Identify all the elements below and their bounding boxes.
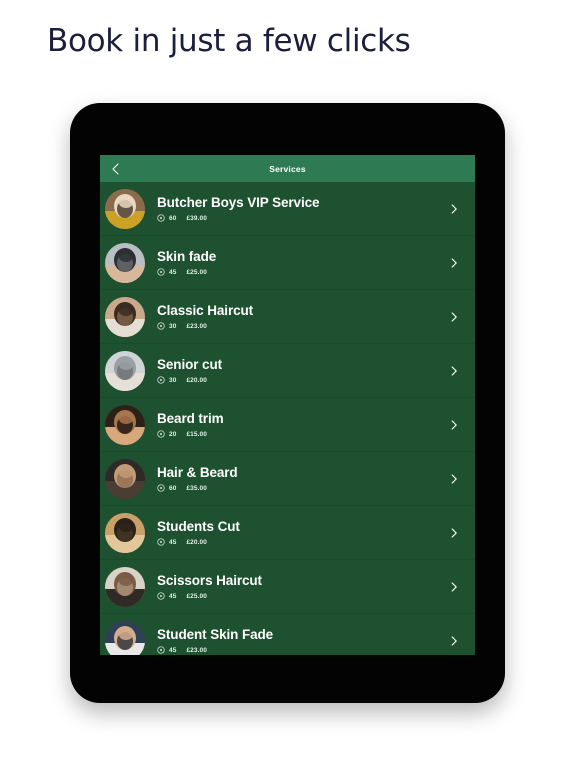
service-photo [105, 296, 145, 337]
clock-icon [157, 430, 165, 438]
service-photo [105, 620, 145, 655]
service-photo [105, 458, 145, 499]
clock-icon [157, 646, 165, 654]
service-text-block: Beard trim 20 £15.00 [157, 411, 439, 439]
clock-icon [157, 376, 165, 384]
service-price: £25.00 [186, 268, 207, 276]
service-row[interactable]: Student Skin Fade 45 £23.00 [100, 614, 475, 655]
service-meta: 45 £25.00 [157, 268, 439, 276]
service-name: Beard trim [157, 410, 224, 426]
service-text-block: Hair & Beard 60 £35.00 [157, 465, 439, 493]
service-text-block: Butcher Boys VIP Service 60 £39.00 [157, 195, 439, 223]
page-root: Book in just a few clicks Services Butch… [0, 0, 576, 768]
service-duration: 20 [169, 430, 177, 438]
chevron-right-icon[interactable] [447, 526, 461, 540]
app-header-title: Services [269, 163, 306, 174]
service-photo [105, 242, 145, 283]
clock-icon [157, 268, 165, 276]
chevron-right-icon[interactable] [447, 472, 461, 486]
service-duration: 30 [169, 376, 177, 384]
tablet-screen: Services Butcher Boys VIP Service 60 £39.0… [100, 155, 475, 655]
service-photo [105, 350, 145, 391]
service-duration: 45 [169, 268, 177, 276]
service-duration: 60 [169, 214, 177, 222]
service-name: Butcher Boys VIP Service [157, 194, 320, 210]
chevron-left-icon[interactable] [108, 161, 124, 177]
service-meta: 60 £35.00 [157, 484, 439, 492]
service-price: £23.00 [186, 646, 207, 654]
page-title: Book in just a few clicks [47, 23, 411, 59]
service-text-block: Classic Haircut 30 £23.00 [157, 303, 439, 331]
clock-icon [157, 214, 165, 222]
service-meta: 45 £25.00 [157, 592, 439, 600]
service-duration: 45 [169, 646, 177, 654]
service-duration: 45 [169, 592, 177, 600]
service-name: Classic Haircut [157, 302, 254, 318]
service-price: £39.00 [186, 214, 207, 222]
clock-icon [157, 538, 165, 546]
chevron-right-icon[interactable] [447, 202, 461, 216]
service-row[interactable]: Skin fade 45 £25.00 [100, 236, 475, 290]
service-list: Butcher Boys VIP Service 60 £39.00 Skin fad… [100, 182, 475, 655]
chevron-right-icon[interactable] [447, 310, 461, 324]
chevron-right-icon[interactable] [447, 256, 461, 270]
service-name: Student Skin Fade [157, 626, 274, 642]
service-meta: 30 £23.00 [157, 322, 439, 330]
service-duration: 30 [169, 322, 177, 330]
service-price: £20.00 [186, 538, 207, 546]
service-price: £35.00 [186, 484, 207, 492]
service-meta: 30 £20.00 [157, 376, 439, 384]
service-name: Hair & Beard [157, 464, 238, 480]
service-duration: 60 [169, 484, 177, 492]
chevron-right-icon[interactable] [447, 580, 461, 594]
service-photo [105, 512, 145, 553]
service-row[interactable]: Senior cut 30 £20.00 [100, 344, 475, 398]
tablet-device-frame: Services Butcher Boys VIP Service 60 £39.0… [70, 103, 505, 703]
service-photo [105, 188, 145, 229]
service-meta: 45 £23.00 [157, 646, 439, 654]
clock-icon [157, 322, 165, 330]
service-meta: 45 £20.00 [157, 538, 439, 546]
service-photo [105, 404, 145, 445]
service-price: £25.00 [186, 592, 207, 600]
service-text-block: Students Cut 45 £20.00 [157, 519, 439, 547]
service-photo [105, 566, 145, 607]
service-row[interactable]: Beard trim 20 £15.00 [100, 398, 475, 452]
service-text-block: Skin fade 45 £25.00 [157, 249, 439, 277]
service-text-block: Scissors Haircut 45 £25.00 [157, 573, 439, 601]
clock-icon [157, 592, 165, 600]
service-meta: 60 £39.00 [157, 214, 439, 222]
service-name: Senior cut [157, 356, 223, 372]
service-meta: 20 £15.00 [157, 430, 439, 438]
service-row[interactable]: Students Cut 45 £20.00 [100, 506, 475, 560]
service-name: Skin fade [157, 248, 217, 264]
service-row[interactable]: Classic Haircut 30 £23.00 [100, 290, 475, 344]
service-duration: 45 [169, 538, 177, 546]
service-price: £23.00 [186, 322, 207, 330]
chevron-right-icon[interactable] [447, 418, 461, 432]
service-price: £20.00 [186, 376, 207, 384]
service-row[interactable]: Hair & Beard 60 £35.00 [100, 452, 475, 506]
chevron-right-icon[interactable] [447, 634, 461, 648]
service-text-block: Student Skin Fade 45 £23.00 [157, 627, 439, 655]
service-name: Students Cut [157, 518, 240, 534]
service-row[interactable]: Scissors Haircut 45 £25.00 [100, 560, 475, 614]
app-header-bar: Services [100, 155, 475, 182]
service-text-block: Senior cut 30 £20.00 [157, 357, 439, 385]
service-price: £15.00 [186, 430, 207, 438]
chevron-right-icon[interactable] [447, 364, 461, 378]
service-name: Scissors Haircut [157, 572, 262, 588]
service-row[interactable]: Butcher Boys VIP Service 60 £39.00 [100, 182, 475, 236]
clock-icon [157, 484, 165, 492]
